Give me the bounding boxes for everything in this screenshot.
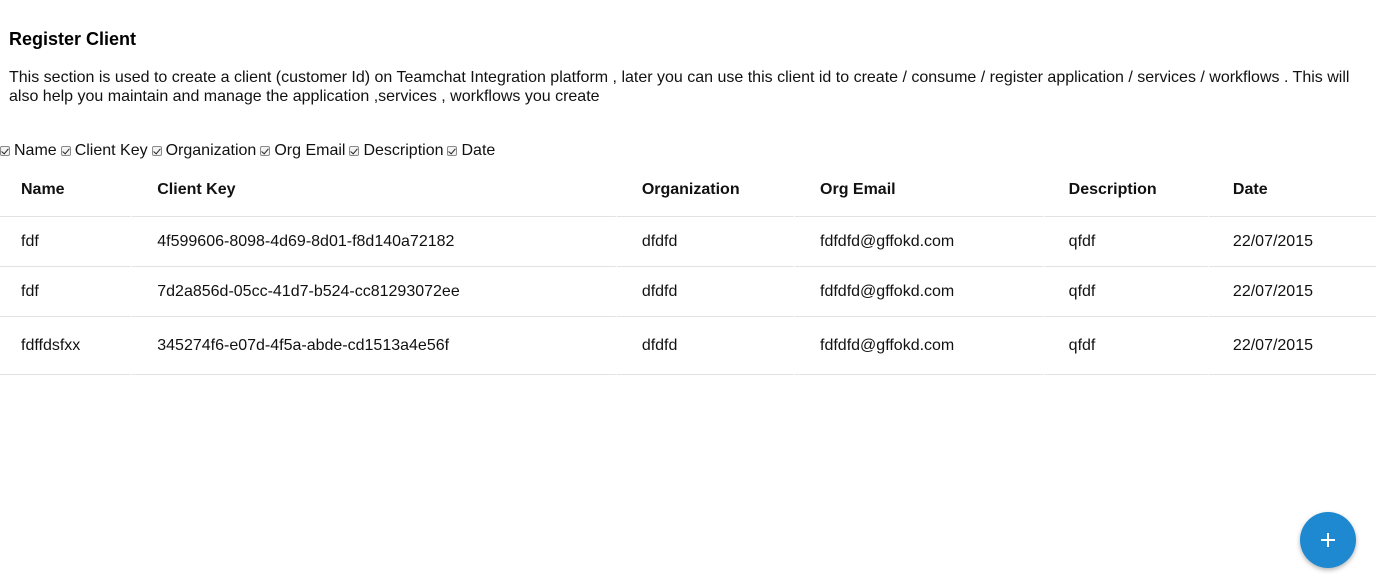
cell-description: qfdf bbox=[1044, 317, 1209, 375]
cell-description: qfdf bbox=[1044, 217, 1209, 267]
cell-client-key: 345274f6-e07d-4f5a-abde-cd1513a4e56f bbox=[132, 317, 617, 375]
table-row[interactable]: fdf 4f599606-8098-4d69-8d01-f8d140a72182… bbox=[0, 217, 1376, 267]
checkbox-checked-icon[interactable] bbox=[260, 145, 271, 156]
toggle-label: Client Key bbox=[74, 142, 148, 159]
cell-description: qfdf bbox=[1044, 267, 1209, 317]
checkbox-checked-icon[interactable] bbox=[151, 145, 162, 156]
cell-text: qfdf bbox=[1068, 232, 1096, 250]
cell-date: 22/07/2015 bbox=[1208, 267, 1376, 317]
toggle-organization[interactable]: Organization bbox=[151, 141, 257, 160]
cell-text: qfdf bbox=[1068, 336, 1096, 354]
toggle-label: Name bbox=[14, 142, 57, 159]
cell-text: 7d2a856d-05cc-41d7-b524-cc81293072ee bbox=[157, 282, 460, 300]
table-header-row: Name Client Key Organization Org Email D… bbox=[0, 164, 1376, 217]
add-client-button[interactable] bbox=[1300, 512, 1356, 568]
cell-name: fdf bbox=[0, 267, 133, 317]
cell-date: 22/07/2015 bbox=[1208, 217, 1376, 267]
cell-text: 22/07/2015 bbox=[1232, 336, 1313, 354]
cell-text: 345274f6-e07d-4f5a-abde-cd1513a4e56f bbox=[157, 336, 450, 354]
toggle-description[interactable]: Description bbox=[349, 141, 443, 160]
header-label: Organization bbox=[641, 181, 740, 198]
column-header-date[interactable]: Date bbox=[1208, 164, 1376, 217]
cell-text: dfdfd bbox=[641, 336, 678, 354]
cell-text: fdf bbox=[21, 282, 39, 300]
toggle-date[interactable]: Date bbox=[447, 141, 495, 160]
cell-text: fdfdfd@gffokd.com bbox=[820, 336, 955, 354]
register-client-page: Register Client This section is used to … bbox=[0, 0, 1379, 588]
column-header-description[interactable]: Description bbox=[1044, 164, 1209, 217]
cell-organization: dfdfd bbox=[616, 317, 796, 375]
page-description: This section is used to create a client … bbox=[9, 69, 1350, 105]
column-header-name[interactable]: Name bbox=[0, 164, 133, 217]
toggle-label: Organization bbox=[165, 142, 257, 159]
cell-text: dfdfd bbox=[641, 232, 678, 250]
header-label: Description bbox=[1068, 181, 1157, 198]
clients-table: Name Client Key Organization Org Email D… bbox=[0, 164, 1376, 375]
column-toggles: Name Client Key Organization Org Email D… bbox=[0, 141, 499, 160]
cell-org-email: fdfdfd@gffokd.com bbox=[795, 217, 1045, 267]
header-label: Org Email bbox=[820, 181, 896, 198]
cell-text: 22/07/2015 bbox=[1232, 282, 1313, 300]
toggle-client-key[interactable]: Client Key bbox=[60, 141, 148, 160]
table-row[interactable]: fdffdsfxx 345274f6-e07d-4f5a-abde-cd1513… bbox=[0, 317, 1376, 375]
toggle-label: Description bbox=[363, 142, 444, 159]
toggle-name[interactable]: Name bbox=[0, 141, 57, 160]
cell-organization: dfdfd bbox=[616, 217, 796, 267]
table-row[interactable]: fdf 7d2a856d-05cc-41d7-b524-cc81293072ee… bbox=[0, 267, 1376, 317]
checkbox-checked-icon[interactable] bbox=[60, 145, 71, 156]
checkbox-checked-icon[interactable] bbox=[0, 145, 10, 156]
toggle-label: Org Email bbox=[274, 142, 346, 159]
cell-text: fdffdsfxx bbox=[21, 336, 81, 354]
cell-organization: dfdfd bbox=[616, 267, 796, 317]
cell-client-key: 4f599606-8098-4d69-8d01-f8d140a72182 bbox=[132, 217, 617, 267]
cell-text: fdf bbox=[21, 232, 39, 250]
cell-date: 22/07/2015 bbox=[1208, 317, 1376, 375]
header-label: Client Key bbox=[157, 181, 236, 198]
cell-text: fdfdfd@gffokd.com bbox=[820, 232, 955, 250]
cell-text: 4f599606-8098-4d69-8d01-f8d140a72182 bbox=[157, 232, 455, 250]
cell-text: 22/07/2015 bbox=[1232, 232, 1313, 250]
toggle-label: Date bbox=[461, 142, 496, 159]
cell-text: dfdfd bbox=[641, 282, 678, 300]
toggle-org-email[interactable]: Org Email bbox=[260, 141, 345, 160]
cell-text: fdfdfd@gffokd.com bbox=[820, 282, 955, 300]
header-label: Date bbox=[1232, 181, 1268, 198]
cell-name: fdf bbox=[0, 217, 133, 267]
cell-client-key: 7d2a856d-05cc-41d7-b524-cc81293072ee bbox=[132, 267, 617, 317]
column-header-client-key[interactable]: Client Key bbox=[132, 164, 617, 217]
plus-icon bbox=[1321, 533, 1335, 547]
cell-text: qfdf bbox=[1068, 282, 1096, 300]
page-title: Register Client bbox=[9, 29, 137, 49]
cell-name: fdffdsfxx bbox=[0, 317, 133, 375]
checkbox-checked-icon[interactable] bbox=[349, 145, 360, 156]
cell-org-email: fdfdfd@gffokd.com bbox=[795, 267, 1045, 317]
column-header-org-email[interactable]: Org Email bbox=[795, 164, 1045, 217]
header-label: Name bbox=[21, 181, 65, 198]
checkbox-checked-icon[interactable] bbox=[447, 145, 458, 156]
column-header-organization[interactable]: Organization bbox=[616, 164, 796, 217]
cell-org-email: fdfdfd@gffokd.com bbox=[795, 317, 1045, 375]
